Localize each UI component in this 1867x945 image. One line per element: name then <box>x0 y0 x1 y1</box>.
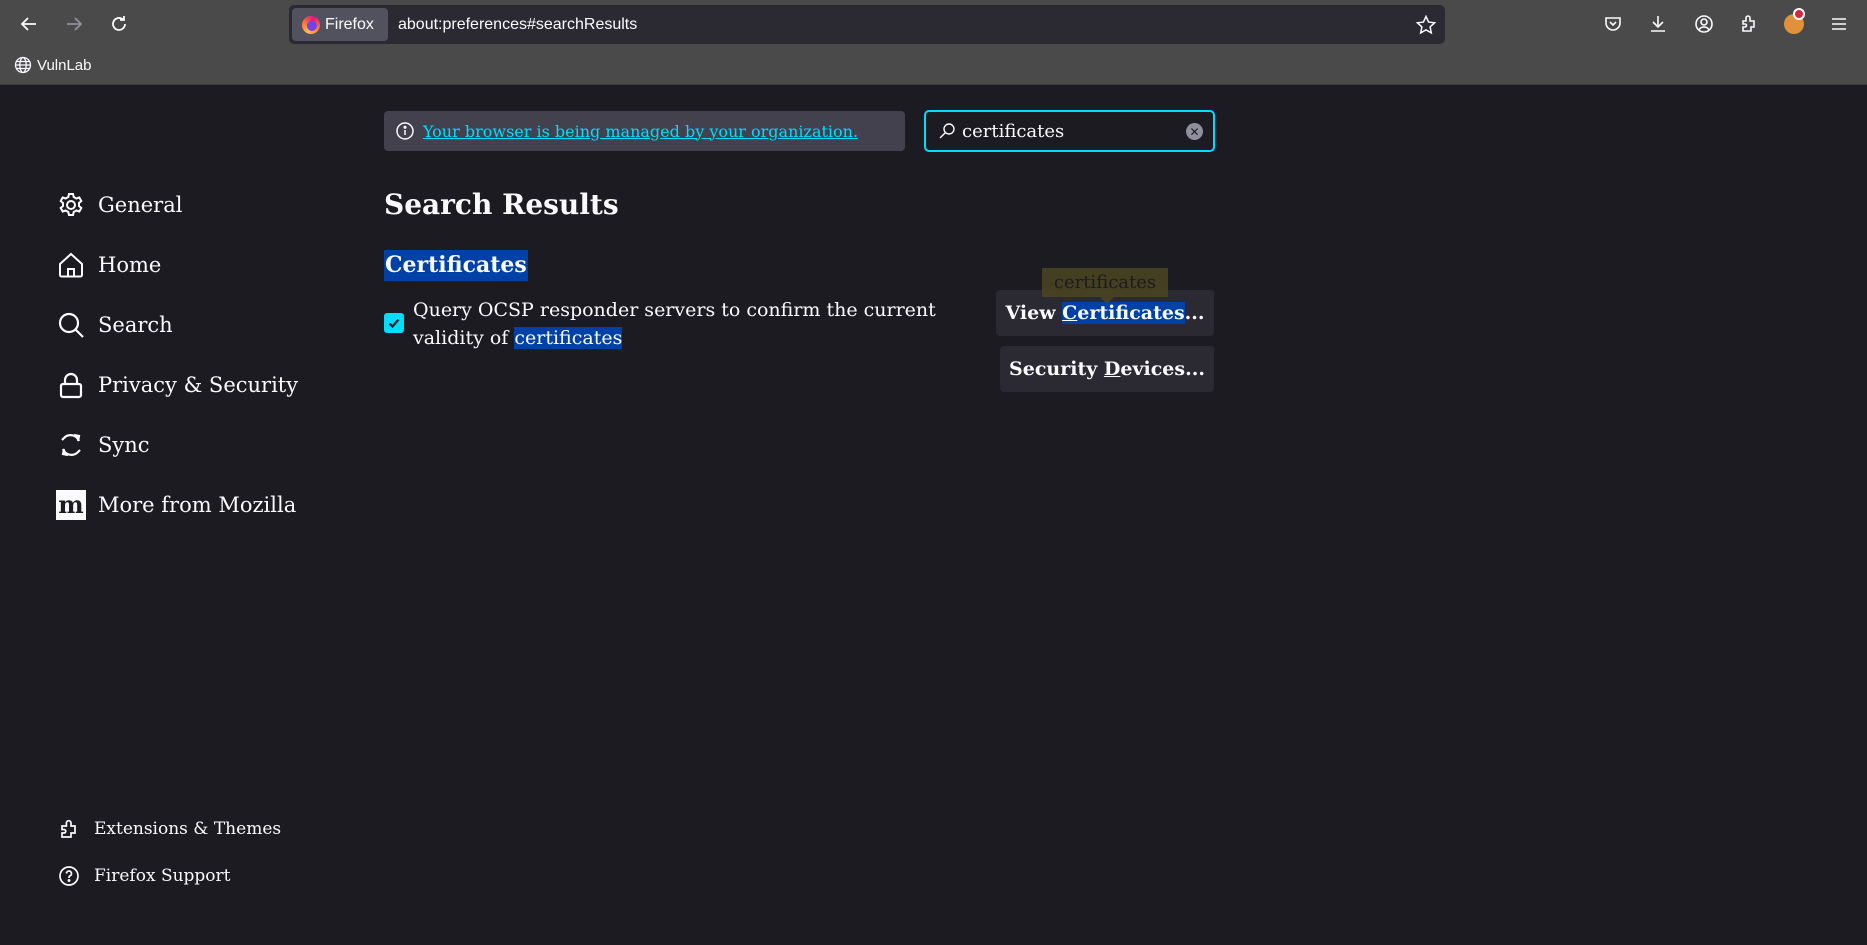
bookmark-vulnlab[interactable]: VulnLab <box>14 56 92 74</box>
extensions-icon <box>1742 15 1755 32</box>
help-icon <box>59 866 79 886</box>
button-label-suffix: ... <box>1184 302 1205 324</box>
sidebar-item-sync[interactable]: Sync <box>56 430 150 460</box>
bookmark-label: VulnLab <box>37 56 92 74</box>
firefox-logo-icon <box>302 15 320 34</box>
bookmarks-toolbar <box>0 48 1867 85</box>
search-highlight: ertificates <box>1077 302 1185 324</box>
sidebar-item-label: More from Mozilla <box>98 493 297 517</box>
search-icon <box>56 310 86 340</box>
security-devices-button[interactable]: Security Devices... <box>1000 346 1214 392</box>
sidebar-item-general[interactable]: General <box>56 190 182 220</box>
extensions-themes-link[interactable]: Extensions & Themes <box>58 818 281 840</box>
sidebar-item-label: Home <box>98 253 162 277</box>
settings-search-box[interactable]: ✕ <box>924 110 1215 152</box>
sidebar-item-search[interactable]: Search <box>56 310 173 340</box>
back-button[interactable] <box>14 9 44 39</box>
clear-search-button[interactable]: ✕ <box>1186 123 1203 140</box>
url-text[interactable]: about:preferences#searchResults <box>398 5 637 44</box>
sidebar-item-home[interactable]: Home <box>56 250 161 280</box>
policy-link[interactable]: Your browser is being managed by your or… <box>423 122 858 141</box>
pocket-icon <box>1605 17 1621 31</box>
download-icon <box>1651 16 1665 32</box>
sidebar-item-label: Search <box>98 313 173 337</box>
close-icon: ✕ <box>1189 124 1200 139</box>
sidebar-item-privacy[interactable]: Privacy & Security <box>56 370 298 400</box>
pocket-button[interactable] <box>1601 12 1625 36</box>
account-button[interactable] <box>1692 12 1716 36</box>
bookmark-star-icon[interactable] <box>1415 14 1437 36</box>
reload-button[interactable] <box>104 9 134 39</box>
mozilla-icon: m <box>56 490 86 520</box>
accesskey: C <box>1062 302 1078 324</box>
search-tooltip: certificates <box>1042 268 1168 304</box>
browser-toolbar: Firefox about:preferences#searchResults <box>0 0 1867 48</box>
back-icon <box>20 17 36 31</box>
globe-icon <box>14 56 32 74</box>
app-menu-button[interactable] <box>1827 12 1851 36</box>
url-bar[interactable]: Firefox about:preferences#searchResults <box>289 5 1445 44</box>
identity-label: Firefox <box>325 15 374 33</box>
ocsp-label[interactable]: Query OCSP responder servers to confirm … <box>413 296 998 352</box>
forward-button[interactable] <box>59 9 89 39</box>
footer-item-label: Extensions & Themes <box>94 819 282 839</box>
ublock-extension-icon <box>1784 8 1805 34</box>
search-highlight: certificates <box>514 327 623 349</box>
section-title-certificates: Certificates <box>384 250 528 281</box>
page-title: Search Results <box>384 188 619 221</box>
account-icon <box>1695 15 1713 33</box>
gear-icon <box>56 190 86 220</box>
sync-icon <box>56 430 86 460</box>
sidebar-item-label: Privacy & Security <box>98 373 299 397</box>
menu-icon <box>1832 18 1846 30</box>
policy-notice: Your browser is being managed by your or… <box>384 111 905 151</box>
lock-icon <box>56 370 86 400</box>
ocsp-checkbox[interactable] <box>384 313 404 333</box>
button-label: View <box>1005 302 1063 324</box>
ublock-extension-button[interactable] <box>1782 8 1806 36</box>
settings-search-input[interactable] <box>962 120 1182 142</box>
button-label-suffix: evices... <box>1120 358 1205 380</box>
puzzle-icon <box>61 819 76 838</box>
forward-icon <box>67 17 83 31</box>
firefox-support-link[interactable]: Firefox Support <box>58 865 231 887</box>
identity-box[interactable]: Firefox <box>292 8 388 41</box>
downloads-button[interactable] <box>1646 12 1670 36</box>
footer-item-label: Firefox Support <box>94 866 231 886</box>
reload-icon <box>112 16 126 31</box>
home-icon <box>56 250 86 280</box>
sidebar-item-label: Sync <box>98 433 150 457</box>
extensions-button[interactable] <box>1737 12 1761 36</box>
button-label: Security <box>1009 358 1104 380</box>
ocsp-label-text: Query OCSP responder servers to confirm … <box>413 299 936 349</box>
info-icon <box>396 122 414 140</box>
search-icon <box>939 123 955 139</box>
sidebar-item-label: General <box>98 193 183 217</box>
sidebar-item-more-from-mozilla[interactable]: m More from Mozilla <box>56 490 296 520</box>
checkmark-icon <box>388 318 400 329</box>
accesskey: D <box>1103 358 1121 380</box>
